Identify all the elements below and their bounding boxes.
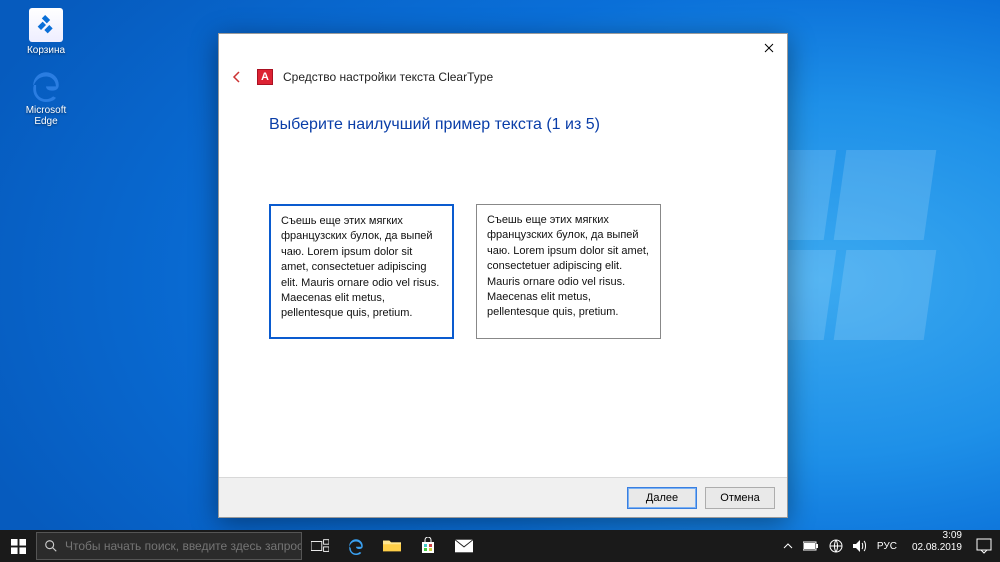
text-sample-2[interactable]: Съешь еще этих мягких французских булок,…	[476, 204, 661, 339]
next-button[interactable]: Далее	[627, 487, 697, 509]
window-titlebar[interactable]	[219, 34, 787, 62]
search-input[interactable]	[65, 539, 301, 553]
taskbar: РУС 3:09 02.08.2019	[0, 530, 1000, 562]
taskbar-mail[interactable]	[446, 530, 482, 562]
wizard-footer: Далее Отмена	[219, 477, 787, 517]
clock-date: 02.08.2019	[912, 542, 962, 554]
desktop-icon-recycle-bin[interactable]: Корзина	[16, 8, 76, 56]
recycle-bin-icon	[29, 8, 63, 42]
search-box[interactable]	[36, 532, 302, 560]
taskbar-explorer[interactable]	[374, 530, 410, 562]
tray-network-icon[interactable]	[826, 530, 846, 562]
text-samples-container: Съешь еще этих мягких французских булок,…	[269, 204, 737, 339]
tray-volume-icon[interactable]	[850, 530, 870, 562]
wizard-heading: Выберите наилучший пример текста (1 из 5…	[269, 116, 737, 134]
task-view-button[interactable]	[302, 530, 338, 562]
cleartype-wizard-window: A Средство настройки текста ClearType Вы…	[218, 33, 788, 518]
back-button[interactable]	[227, 67, 247, 87]
cleartype-app-icon: A	[257, 69, 273, 85]
clock-time: 3:09	[912, 530, 962, 542]
taskbar-store[interactable]	[410, 530, 446, 562]
start-button[interactable]	[0, 530, 36, 562]
tray-language[interactable]: РУС	[874, 530, 900, 562]
search-icon	[37, 539, 65, 553]
desktop-icon-label: Microsoft Edge	[26, 105, 67, 127]
wizard-body: Выберите наилучший пример текста (1 из 5…	[219, 92, 787, 477]
wizard-header: A Средство настройки текста ClearType	[219, 62, 787, 92]
desktop-icon-label: Корзина	[27, 45, 65, 56]
taskbar-clock[interactable]: 3:09 02.08.2019	[906, 530, 968, 562]
wizard-title: Средство настройки текста ClearType	[283, 70, 493, 84]
taskbar-edge[interactable]	[338, 530, 374, 562]
system-tray: РУС	[774, 530, 906, 562]
tray-chevron-up-icon[interactable]	[780, 530, 796, 562]
close-button[interactable]	[751, 34, 787, 62]
text-sample-1[interactable]: Съешь еще этих мягких французских булок,…	[269, 204, 454, 339]
tray-battery-icon[interactable]	[800, 530, 822, 562]
edge-icon	[29, 68, 63, 102]
cancel-button[interactable]: Отмена	[705, 487, 775, 509]
action-center-button[interactable]	[968, 530, 1000, 562]
desktop-icon-edge[interactable]: Microsoft Edge	[16, 68, 76, 127]
